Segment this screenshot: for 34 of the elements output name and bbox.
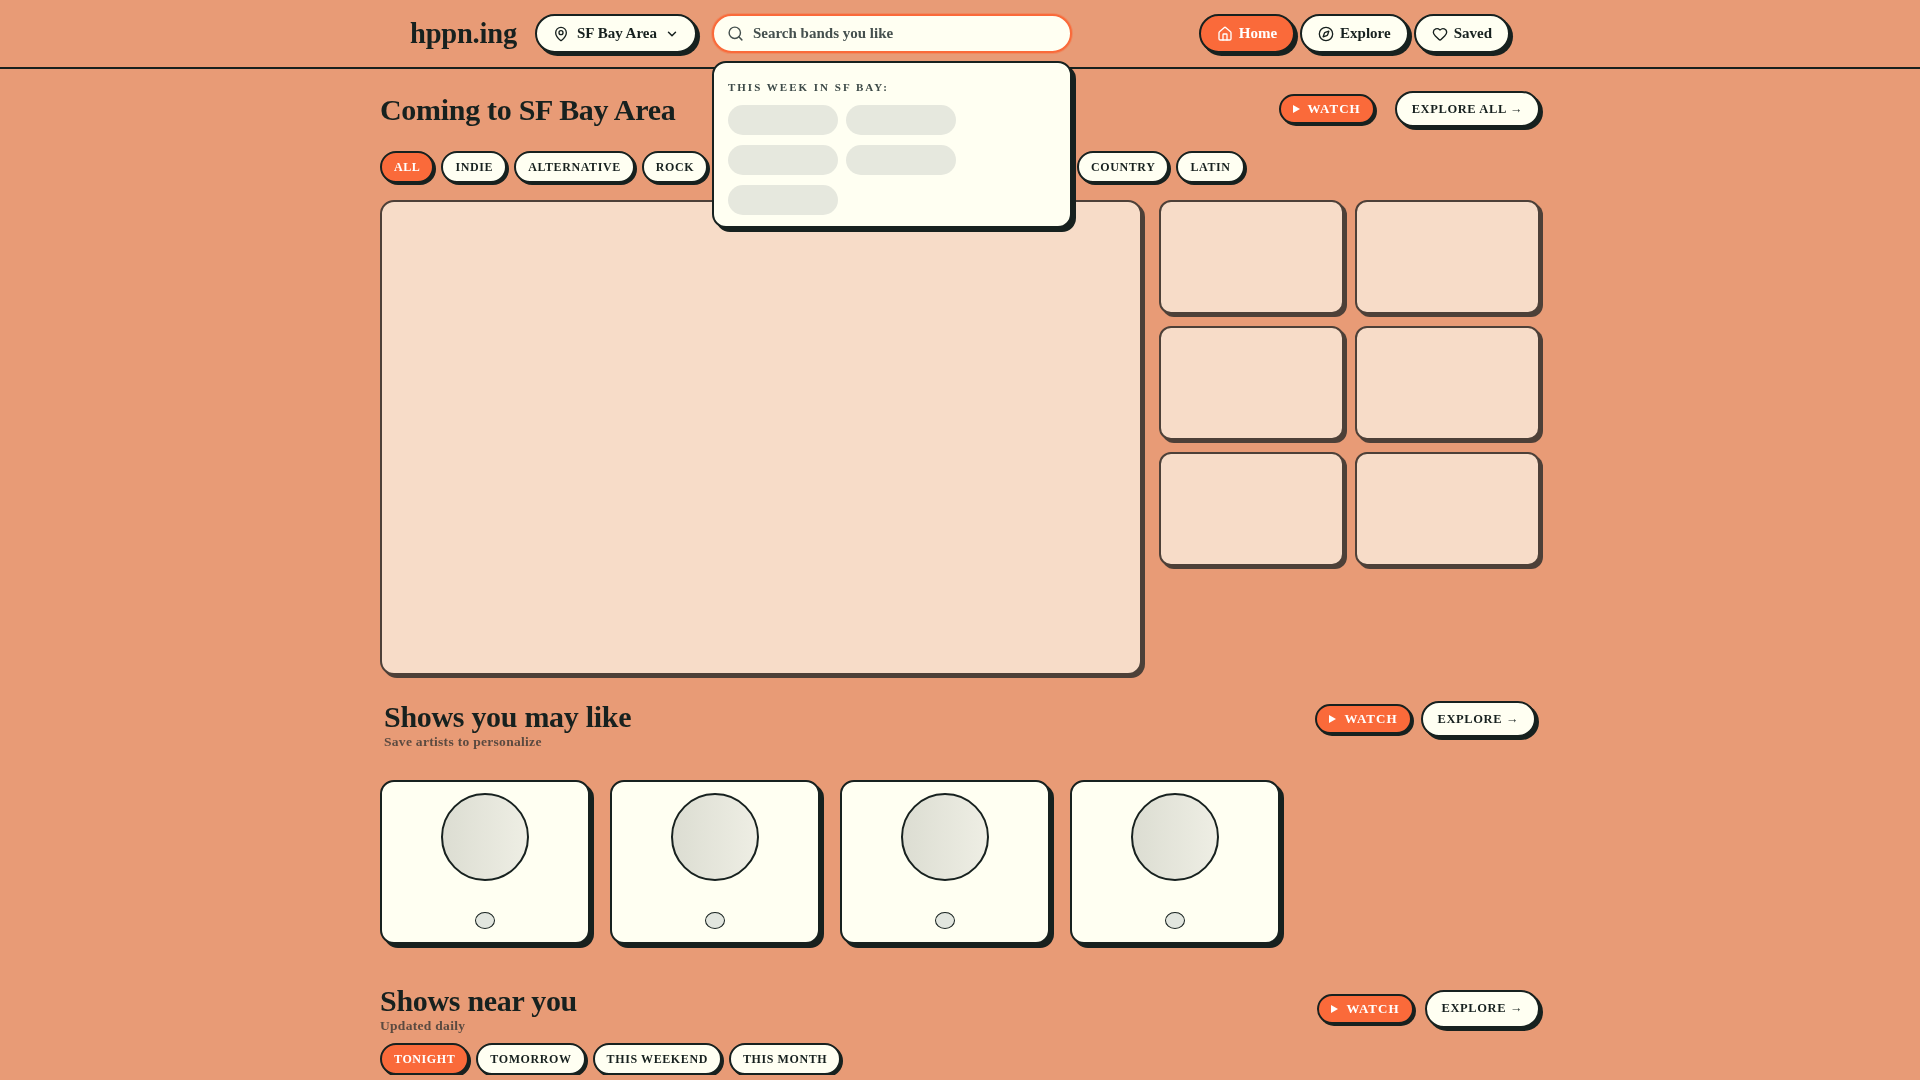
- dot-icon: [935, 912, 955, 929]
- dot-icon: [705, 912, 725, 929]
- suggestions-heading: THIS WEEK IN SF BAY:: [727, 80, 889, 94]
- filter-chip[interactable]: ALTERNATIVE: [514, 151, 635, 183]
- play-icon: [1292, 105, 1300, 113]
- map-pin-icon: [552, 25, 569, 42]
- section-subtitle: Save artists to personalize: [384, 734, 543, 750]
- compass-icon: [1318, 25, 1335, 42]
- filter-chip[interactable]: TOMORROW: [476, 1043, 586, 1075]
- search-icon: [726, 25, 744, 42]
- logo[interactable]: hppn.ing: [410, 17, 517, 50]
- dot-icon: [1165, 912, 1185, 929]
- explore-button[interactable]: EXPLORE →: [1424, 989, 1540, 1028]
- heart-icon: [1431, 25, 1448, 42]
- section-title: Coming to SF Bay Area: [380, 91, 676, 127]
- filter-chip[interactable]: COUNTRY: [1077, 151, 1170, 183]
- nav-button[interactable]: Saved: [1413, 14, 1510, 53]
- explore-button[interactable]: EXPLORE →: [1420, 701, 1536, 737]
- search-field[interactable]: Search bands you like: [711, 14, 1072, 53]
- play-icon: [1331, 1004, 1339, 1013]
- nav-button[interactable]: Explore: [1300, 14, 1409, 53]
- section-title: Shows near you: [380, 983, 577, 1018]
- play-icon: [1329, 715, 1337, 723]
- filter-chip[interactable]: THIS MONTH: [728, 1043, 842, 1075]
- section-subtitle: Updated daily: [380, 1018, 467, 1034]
- home-icon: [1216, 25, 1233, 42]
- explore-button[interactable]: EXPLORE ALL →: [1394, 91, 1540, 127]
- filter-chip[interactable]: INDIE: [441, 151, 508, 183]
- section-title: Shows you may like: [384, 699, 632, 734]
- dot-icon: [475, 912, 495, 929]
- filter-chip[interactable]: THIS WEEKEND: [592, 1043, 722, 1075]
- location-button[interactable]: SF Bay Area: [534, 14, 697, 53]
- filter-chip[interactable]: LATIN: [1176, 151, 1245, 183]
- filter-chip[interactable]: ROCK: [641, 151, 709, 183]
